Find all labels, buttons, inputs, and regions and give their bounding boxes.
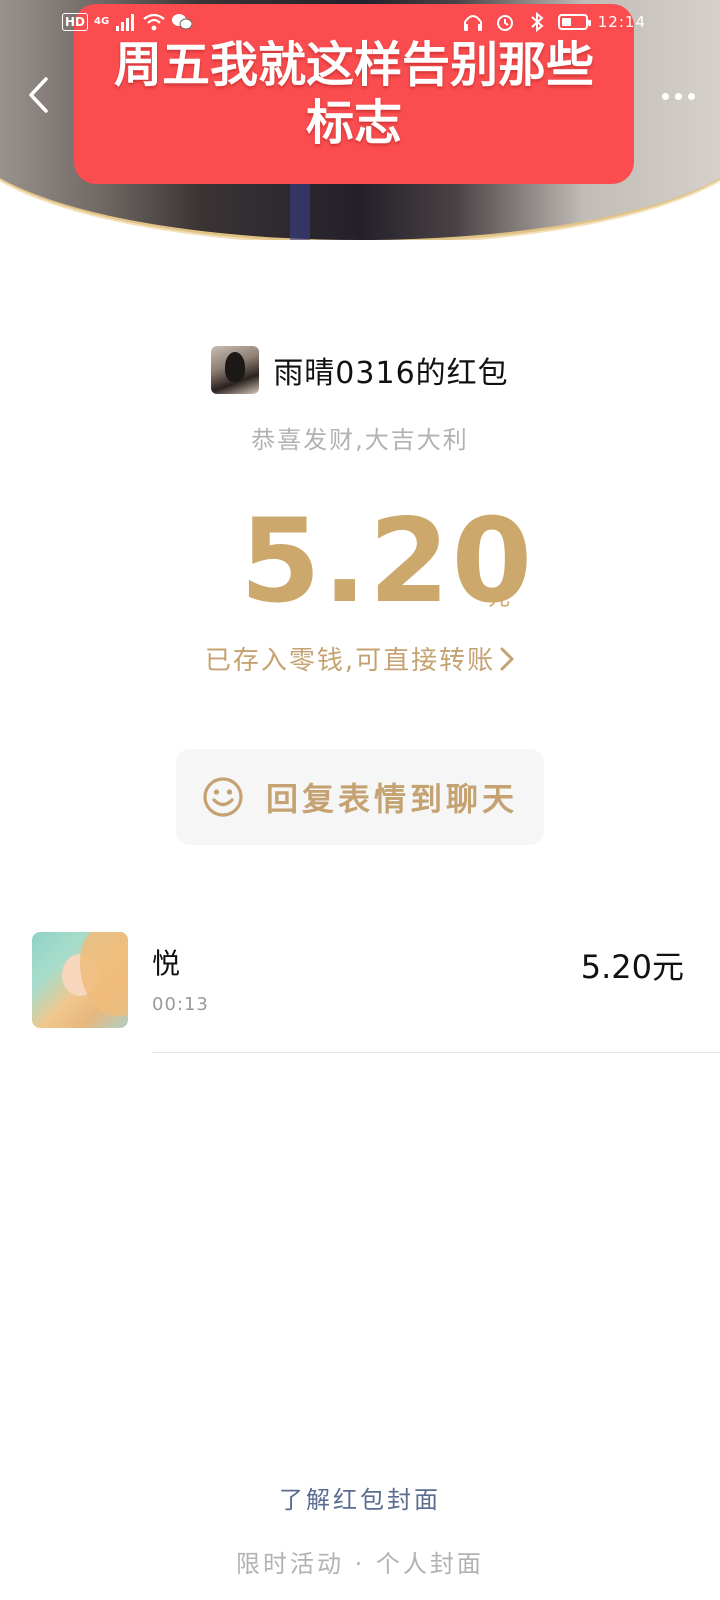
banner-text: 周五我就这样告别那些标志: [113, 37, 594, 151]
divider: [152, 1052, 720, 1053]
network-type: 4G: [94, 16, 110, 27]
more-dot: [661, 92, 669, 100]
clock: 12:14: [597, 13, 646, 31]
signal-icon: [116, 14, 135, 31]
sender-name: 雨晴0316的红包: [273, 356, 509, 391]
headphones-icon: [463, 15, 482, 31]
chevron-right-icon: [500, 647, 514, 670]
amount-unit: 元: [488, 586, 511, 611]
more-dot: [674, 92, 682, 100]
chevron-left-icon: [29, 77, 48, 113]
status-right: 12:14: [462, 12, 646, 32]
status-left: HD 4G: [62, 12, 193, 32]
amount-display: 5.20 元: [0, 502, 720, 622]
battery-icon: [557, 14, 591, 30]
smiley-icon: [203, 777, 243, 817]
more-dot: [687, 92, 695, 100]
receiver-amount: 5.20元: [580, 948, 684, 986]
wifi-icon: [143, 13, 165, 31]
wishes-text: 恭喜发财,大吉大利: [251, 426, 469, 454]
reply-label: 回复表情到聊天: [265, 780, 518, 818]
hd-indicator: HD: [62, 13, 89, 31]
receiver-time: 00:13: [152, 994, 209, 1015]
back-button[interactable]: [18, 72, 58, 118]
receiver-name: 悦: [152, 947, 181, 980]
status-bar: HD 4G 12:14: [0, 0, 720, 48]
saved-text: 已存入零钱,可直接转账: [204, 646, 496, 676]
header: 周五我就这样告别那些标志 HD 4G 12:14: [0, 0, 720, 240]
alarm-icon: [496, 15, 513, 31]
saved-to-balance-link[interactable]: 已存入零钱,可直接转账: [0, 640, 720, 677]
more-button[interactable]: [654, 76, 702, 116]
promo-link[interactable]: 限时活动 · 个人封面: [0, 1544, 720, 1579]
sender-avatar[interactable]: [211, 346, 260, 394]
wechat-notification-icon: [172, 14, 193, 30]
reply-sticker-button[interactable]: 回复表情到聊天: [176, 749, 544, 845]
battery-level: [561, 18, 571, 26]
bluetooth-icon: [531, 12, 544, 32]
receiver-row: 悦 00:13 5.20元: [0, 930, 720, 1054]
sender-info: 雨晴0316的红包: [0, 345, 720, 395]
receiver-avatar[interactable]: [32, 932, 128, 1028]
learn-cover-link[interactable]: 了解红包封面: [0, 1480, 720, 1515]
